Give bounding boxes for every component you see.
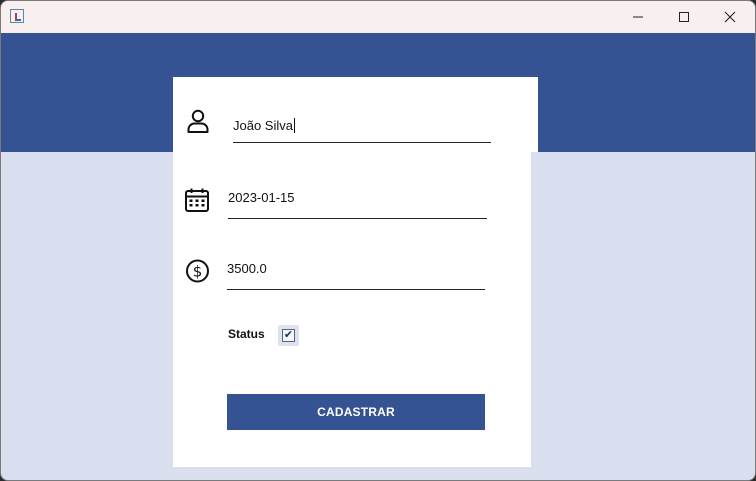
check-mark-icon: ✔ — [282, 329, 295, 342]
name-value-wrap: João Silva — [233, 118, 295, 133]
minimize-icon — [633, 16, 643, 18]
maximize-icon — [679, 12, 689, 22]
java-app-icon — [10, 9, 24, 23]
name-field[interactable]: João Silva — [233, 114, 491, 143]
amount-field[interactable]: 3500.0 — [227, 257, 485, 290]
date-field[interactable]: 2023-01-15 — [228, 186, 487, 219]
amount-value: 3500.0 — [227, 261, 267, 276]
date-value: 2023-01-15 — [228, 190, 295, 205]
status-label: Status — [228, 327, 265, 341]
text-caret — [293, 118, 295, 133]
user-icon — [185, 108, 211, 134]
dollar-circle-icon: $ — [185, 258, 211, 284]
minimize-button[interactable] — [615, 1, 661, 33]
title-bar — [1, 1, 755, 33]
close-button[interactable] — [707, 1, 753, 33]
close-icon — [724, 11, 736, 23]
app-window: João Silva 2023-01-15 $ 3500.0 Status ✔ — [0, 0, 756, 481]
calendar-icon — [184, 187, 210, 213]
name-value: João Silva — [233, 118, 293, 133]
maximize-button[interactable] — [661, 1, 707, 33]
svg-text:$: $ — [193, 263, 203, 281]
submit-button[interactable]: CADASTRAR — [227, 394, 485, 430]
status-checkbox[interactable]: ✔ — [278, 325, 299, 346]
